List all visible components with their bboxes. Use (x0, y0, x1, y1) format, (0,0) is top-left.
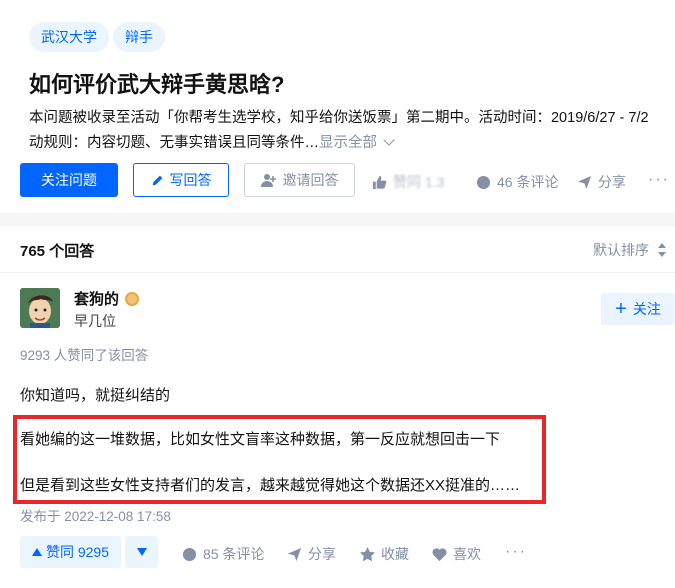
description-line-2: 动规则：内容切题、无事实错误且同等条件… (29, 135, 319, 151)
avatar[interactable] (20, 288, 60, 328)
sort-dropdown[interactable]: 默认排序 (593, 240, 667, 260)
follow-question-button[interactable]: 关注问题 (20, 163, 118, 197)
author-name[interactable]: 套狗的 (74, 288, 140, 309)
author-badge-icon (125, 291, 140, 306)
publish-time[interactable]: 发布于 2022-12-08 17:58 (20, 505, 171, 525)
triangle-down-icon (136, 548, 147, 556)
star-icon (360, 546, 375, 561)
downvote-button[interactable] (125, 536, 158, 568)
answers-card (0, 226, 675, 588)
description-line-1: 本问题被收录至活动「你帮考生选学校，知乎给你送饭票」第二期中。活动时间：2019… (29, 110, 649, 126)
thumbs-up-icon (372, 175, 387, 189)
invite-answer-label: 邀请回答 (282, 172, 339, 188)
follow-author-label: 关注 (632, 301, 661, 317)
question-share-button[interactable]: 分享 (577, 172, 626, 192)
write-answer-button[interactable]: 写回答 (133, 163, 229, 197)
question-card: 武汉大学 辩手 如何评价武大辩手黄思晗? 本问题被收录至活动「你帮考生选学校，知… (0, 0, 675, 213)
follow-author-button[interactable]: + 关注 (601, 293, 675, 325)
topic-tag-debater[interactable]: 辩手 (113, 22, 165, 52)
share-icon (577, 175, 592, 189)
author-name-text: 套狗的 (74, 291, 120, 308)
author-headline: 早几位 (74, 313, 116, 329)
comment-icon (182, 547, 197, 561)
upvote-label: 赞同 9295 (45, 544, 110, 560)
divider (0, 272, 675, 273)
triangle-up-icon (31, 548, 42, 556)
highlight-box (13, 415, 546, 504)
answer-paragraph-1: 你知道吗，就挺纠结的 (20, 387, 171, 404)
sort-icon (658, 243, 666, 257)
upvote-button[interactable]: 赞同 9295 (20, 536, 121, 568)
add-user-icon (260, 174, 276, 187)
question-description: 本问题被收录至活动「你帮考生选学校，知乎给你送饭票」第二期中。活动时间：2019… (29, 106, 675, 156)
question-like-count: 赞同 1.3 (393, 174, 445, 190)
question-comments-button[interactable]: 46 条评论 (476, 172, 558, 192)
comment-icon (476, 175, 491, 189)
topic-tag-whu[interactable]: 武汉大学 (29, 22, 109, 52)
avatar-image (20, 288, 60, 328)
show-all-link[interactable]: 显示全部 (319, 135, 377, 151)
question-title[interactable]: 如何评价武大辩手黄思晗? (29, 67, 284, 99)
answer-share-label: 分享 (308, 546, 336, 562)
plus-icon: + (615, 298, 627, 320)
answer-comments-button[interactable]: 85 条评论 (182, 544, 264, 564)
collect-label: 收藏 (381, 546, 409, 562)
like-button[interactable]: 喜欢 (432, 544, 481, 564)
question-share-label: 分享 (598, 174, 626, 190)
like-label: 喜欢 (453, 546, 481, 562)
answer-count: 765 个回答 (20, 243, 95, 260)
collect-button[interactable]: 收藏 (360, 544, 409, 564)
write-answer-label: 写回答 (169, 172, 212, 188)
answer-more-button[interactable]: ··· (505, 543, 527, 561)
sort-label: 默认排序 (593, 242, 649, 258)
heart-icon (432, 547, 447, 561)
invite-answer-button[interactable]: 邀请回答 (244, 163, 355, 197)
answer-comments-label: 85 条评论 (203, 546, 265, 562)
pencil-icon (152, 175, 162, 185)
question-like-button[interactable]: 赞同 1.3 (372, 172, 444, 192)
share-icon (287, 547, 302, 561)
question-more-button[interactable]: ··· (648, 171, 670, 189)
answer-share-button[interactable]: 分享 (287, 544, 336, 564)
question-comments-label: 46 条评论 (497, 174, 559, 190)
chevron-down-icon[interactable] (383, 134, 395, 146)
votes-summary: 9293 人赞同了该回答 (20, 348, 149, 363)
